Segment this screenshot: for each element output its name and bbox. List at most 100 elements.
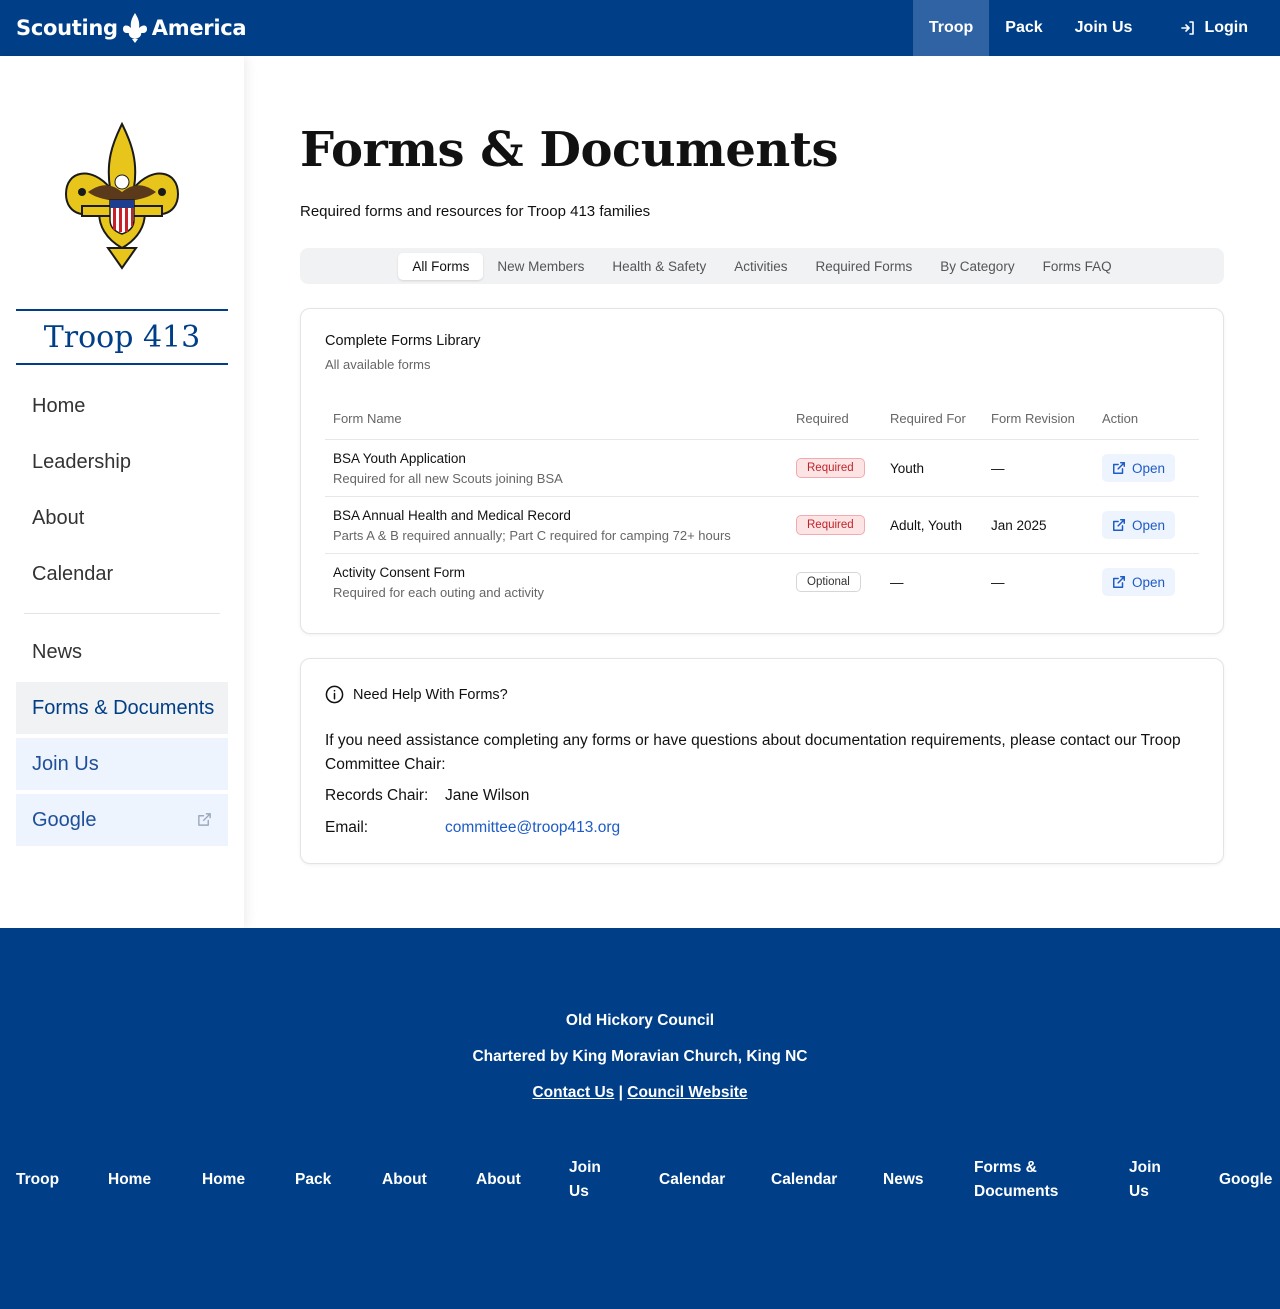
form-description: Required for all new Scouts joining BSA — [333, 471, 563, 486]
required-badge: Required — [796, 515, 865, 535]
library-subtitle: All available forms — [325, 357, 431, 372]
footer: Old Hickory Council Chartered by King Mo… — [0, 928, 1280, 1309]
footer-nav-join-us[interactable]: Join Us — [569, 1156, 609, 1204]
external-link-icon — [1112, 576, 1125, 588]
login-button[interactable]: Login — [1148, 0, 1280, 56]
form-name: BSA Youth Application — [333, 451, 466, 466]
column-header-required-for: Required For — [890, 411, 966, 426]
council-website-link[interactable]: Council Website — [627, 1084, 747, 1101]
library-title: Complete Forms Library — [325, 333, 481, 349]
topnav-join-us[interactable]: Join Us — [1059, 0, 1149, 56]
footer-nav-pack[interactable]: Pack — [295, 1168, 331, 1192]
required-for: Adult, Youth — [890, 518, 963, 533]
footer-nav-about-2[interactable]: About — [476, 1168, 521, 1192]
open-label: Open — [1131, 517, 1166, 533]
table-row: BSA Annual Health and Medical Record Par… — [325, 496, 1199, 553]
tab-all-forms[interactable]: All Forms — [398, 252, 484, 280]
sidebar-item-google[interactable]: Google — [16, 794, 228, 846]
footer-nav-google[interactable]: Google — [1219, 1168, 1272, 1192]
footer-nav-forms-documents[interactable]: Forms & Documents — [974, 1156, 1074, 1204]
brand-name-right: America — [151, 16, 247, 40]
footer-nav-home[interactable]: Home — [108, 1168, 151, 1192]
footer-nav-calendar[interactable]: Calendar — [659, 1168, 725, 1192]
table-row: Activity Consent Form Required for each … — [325, 553, 1199, 610]
required-for: — — [890, 575, 904, 590]
contact-us-link[interactable]: Contact Us — [532, 1084, 614, 1101]
footer-nav-home-2[interactable]: Home — [202, 1168, 245, 1192]
top-nav: Troop Pack Join Us Login — [912, 0, 1280, 56]
optional-badge: Optional — [796, 572, 861, 592]
topnav-pack[interactable]: Pack — [989, 0, 1058, 56]
open-label: Open — [1131, 574, 1166, 590]
required-badge: Required — [796, 458, 865, 478]
form-description: Required for each outing and activity — [333, 585, 545, 600]
footer-separator: | — [618, 1084, 623, 1101]
external-link-icon — [198, 813, 211, 826]
footer-nav-about[interactable]: About — [382, 1168, 427, 1192]
footer-nav-calendar-2[interactable]: Calendar — [771, 1168, 837, 1192]
email-link[interactable]: committee@troop413.org — [445, 819, 620, 837]
tab-by-category[interactable]: By Category — [926, 253, 1028, 280]
form-revision: — — [991, 575, 1005, 590]
forms-tabs: All Forms New Members Health & Safety Ac… — [300, 248, 1224, 284]
footer-nav-news[interactable]: News — [883, 1168, 924, 1192]
table-row: BSA Youth Application Required for all n… — [325, 439, 1199, 496]
sidebar-item-leadership[interactable]: Leadership — [16, 436, 228, 488]
email-label: Email: — [325, 819, 369, 836]
bsa-emblem-icon — [64, 122, 180, 270]
form-name: BSA Annual Health and Medical Record — [333, 508, 571, 523]
brand-name-left: Scouting — [16, 16, 118, 40]
top-bar: Scouting America Troop Pack Join Us Logi… — [0, 0, 1280, 56]
topnav-troop[interactable]: Troop — [912, 0, 990, 56]
sidebar-item-google-label: Google — [32, 808, 97, 831]
tab-new-members[interactable]: New Members — [483, 253, 598, 280]
sidebar: Troop 413 Home Leadership About Calendar… — [0, 56, 244, 928]
help-text: If you need assistance completing any fo… — [325, 732, 1181, 773]
page-subtitle: Required forms and resources for Troop 4… — [300, 203, 651, 220]
troop-title: Troop 413 — [16, 309, 228, 365]
footer-council: Old Hickory Council — [565, 1012, 715, 1029]
fleur-de-lis-icon — [122, 13, 147, 43]
page-title: Forms & Documents — [300, 122, 839, 178]
sidebar-item-news[interactable]: News — [16, 626, 228, 678]
tab-activities[interactable]: Activities — [720, 253, 801, 280]
info-icon — [325, 685, 344, 704]
open-label: Open — [1131, 460, 1166, 476]
help-heading: Need Help With Forms? — [325, 685, 508, 704]
column-header-form-name: Form Name — [333, 411, 402, 426]
required-for: Youth — [890, 461, 925, 476]
sidebar-item-home[interactable]: Home — [16, 380, 228, 432]
sidebar-item-calendar[interactable]: Calendar — [16, 548, 228, 600]
login-icon — [1181, 21, 1195, 35]
footer-nav-troop[interactable]: Troop — [16, 1168, 59, 1192]
forms-help-card: Need Help With Forms? If you need assist… — [300, 658, 1224, 864]
forms-library-card: Complete Forms Library All available for… — [300, 308, 1224, 634]
login-label: Login — [1204, 19, 1248, 36]
sidebar-item-about[interactable]: About — [16, 492, 228, 544]
external-link-icon — [1112, 519, 1125, 531]
open-form-button[interactable]: Open — [1102, 511, 1175, 539]
form-name: Activity Consent Form — [333, 565, 466, 580]
footer-nav-join-us-2[interactable]: Join Us — [1129, 1156, 1169, 1204]
form-revision: Jan 2025 — [991, 518, 1047, 533]
external-link-icon — [1112, 462, 1125, 474]
form-description: Parts A & B required annually; Part C re… — [333, 528, 731, 543]
form-revision: — — [991, 461, 1005, 476]
open-form-button[interactable]: Open — [1102, 454, 1175, 482]
footer-links: Contact Us | Council Website — [0, 1084, 1280, 1102]
tab-health-safety[interactable]: Health & Safety — [598, 253, 720, 280]
column-header-action: Action — [1102, 411, 1139, 426]
column-header-required: Required — [796, 411, 849, 426]
help-title: Need Help With Forms? — [353, 686, 508, 703]
sidebar-divider — [24, 613, 220, 614]
footer-chartered: Chartered by King Moravian Church, King … — [472, 1048, 808, 1065]
open-form-button[interactable]: Open — [1102, 568, 1175, 596]
brand-logo[interactable]: Scouting America — [16, 10, 247, 46]
tab-required-forms[interactable]: Required Forms — [802, 253, 927, 280]
sidebar-item-forms-documents[interactable]: Forms & Documents — [16, 682, 228, 734]
records-chair-label: Records Chair: — [325, 787, 429, 804]
column-header-form-revision: Form Revision — [991, 411, 1075, 426]
records-chair-value: Jane Wilson — [445, 787, 530, 804]
sidebar-item-join-us[interactable]: Join Us — [16, 738, 228, 790]
tab-forms-faq[interactable]: Forms FAQ — [1029, 253, 1126, 280]
